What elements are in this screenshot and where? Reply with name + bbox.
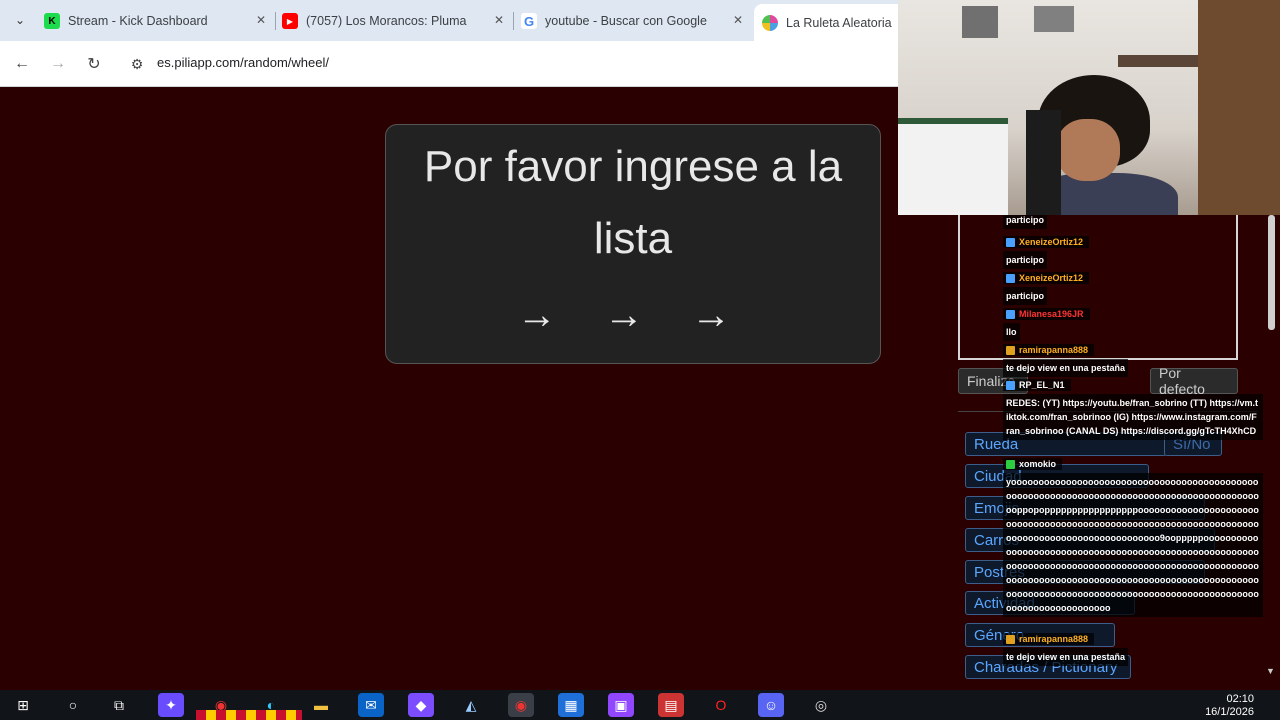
chat-message: Milanesa196JR llo <box>1003 308 1265 341</box>
chat-message-text: participo <box>1003 250 1048 269</box>
site-info-icon[interactable]: ⚙ <box>127 54 147 74</box>
flag-decoration <box>196 710 302 720</box>
obs-icon[interactable]: ◎ <box>808 693 834 717</box>
badge-icon <box>1006 237 1015 247</box>
outlook-icon[interactable]: ✉ <box>358 693 384 717</box>
forward-arrow-icon[interactable]: → <box>46 52 70 76</box>
chat-username: RP_EL_N1 <box>1003 379 1071 391</box>
tab-google-search[interactable]: G youtube - Buscar con Google ✕ <box>521 6 749 36</box>
chat-message-text: participo <box>1003 215 1048 229</box>
chat-message-text: llo <box>1003 322 1020 341</box>
badge-icon <box>1006 345 1015 355</box>
chat-username: Milanesa196JR <box>1003 308 1090 320</box>
chat-message: RP_EL_N1 REDES: (YT) https://youtu.be/fra… <box>1003 379 1265 440</box>
webcam-overlay <box>898 0 1280 215</box>
back-arrow-icon[interactable]: ← <box>10 52 34 76</box>
chat-message-text: REDES: (YT) https://youtu.be/fran_sobrin… <box>1003 393 1263 440</box>
badge-icon <box>1006 459 1015 469</box>
discord-icon[interactable]: ☺ <box>758 693 784 717</box>
address-bar[interactable]: es.piliapp.com/random/wheel/ <box>157 55 329 70</box>
task-view-icon[interactable]: ⧉ <box>106 693 132 717</box>
system-clock[interactable]: 02:10 16/1/2026 <box>1205 693 1254 719</box>
close-icon[interactable]: ✕ <box>256 13 266 27</box>
chat-message: participo <box>1003 215 1265 229</box>
winrar-icon[interactable]: ▤ <box>658 693 684 717</box>
chat-message: xomokio yoooooooooooooooooooooooooooooooo… <box>1003 458 1265 617</box>
file-explorer-icon[interactable]: ▬ <box>308 693 334 717</box>
search-icon[interactable]: ○ <box>60 693 86 717</box>
badge-icon <box>1006 273 1015 283</box>
close-icon[interactable]: ✕ <box>733 13 743 27</box>
tab-bar: ⌄ K Stream - Kick Dashboard ✕ ▶ (7057) L… <box>0 0 904 41</box>
microsoft-365-icon[interactable]: ◆ <box>408 693 434 717</box>
chat-message-text: te dejo view en una pestaña <box>1003 358 1129 377</box>
stream-chat-overlay: participo XeneizeOrtiz12 participo XeneizeO… <box>1003 215 1265 690</box>
page-scrollbar[interactable] <box>1268 215 1275 330</box>
chat-username: ramirapanna888 <box>1003 344 1095 356</box>
kick-icon: K <box>44 13 60 29</box>
google-icon: G <box>521 13 537 29</box>
chat-message-text: te dejo view en una pestaña <box>1003 647 1129 666</box>
prompt-card[interactable]: Por favor ingrese a la lista → → → <box>385 124 881 364</box>
twitch-icon[interactable]: ▣ <box>608 693 634 717</box>
chat-message: ramirapanna888 te dejo view en una pestañ… <box>1003 633 1265 666</box>
chat-username: xomokio <box>1003 458 1063 470</box>
close-icon[interactable]: ✕ <box>494 13 504 27</box>
tab-youtube-video[interactable]: ▶ (7057) Los Morancos: Pluma pl ✕ <box>282 6 510 36</box>
page-content: Por favor ingrese a la lista → → → <box>0 88 900 690</box>
tab-search-dropdown-icon[interactable]: ⌄ <box>8 8 32 32</box>
copilot-icon[interactable]: ✦ <box>158 693 184 717</box>
youtube-icon: ▶ <box>282 13 298 29</box>
username-text: xomokio <box>1019 459 1057 469</box>
tab-separator <box>275 12 276 30</box>
tab-title: Stream - Kick Dashboard <box>68 14 208 28</box>
username-text: ramirapanna888 <box>1019 634 1089 644</box>
windows-start-icon[interactable]: ⊞ <box>10 693 36 717</box>
username-text: XeneizeOrtiz12 <box>1019 273 1084 283</box>
badge-icon <box>1006 309 1015 319</box>
tab-title: La Ruleta Aleatoria <box>786 15 892 30</box>
username-text: ramirapanna888 <box>1019 345 1089 355</box>
tab-kick-dashboard[interactable]: K Stream - Kick Dashboard ✕ <box>44 6 272 36</box>
username-text: Milanesa196JR <box>1019 309 1084 319</box>
tab-title: youtube - Buscar con Google <box>545 14 707 28</box>
reload-icon[interactable]: ↻ <box>82 52 106 76</box>
chat-username: ramirapanna888 <box>1003 633 1095 645</box>
chat-message: ramirapanna888 te dejo view en una pestañ… <box>1003 344 1265 377</box>
scroll-down-icon[interactable]: ▼ <box>1266 666 1275 676</box>
chat-message-text: yooooooooooooooooooooooooooooooooooooooo… <box>1003 472 1263 617</box>
chat-message: XeneizeOrtiz12 participo <box>1003 236 1265 269</box>
tab-separator <box>513 12 514 30</box>
username-text: RP_EL_N1 <box>1019 380 1065 390</box>
chat-message-text: participo <box>1003 286 1048 305</box>
clock-date: 16/1/2026 <box>1205 706 1254 718</box>
badge-icon <box>1006 634 1015 644</box>
piliapp-icon <box>762 14 778 31</box>
opera-icon[interactable]: O <box>708 693 734 717</box>
arrow-right-icon: → → → <box>516 293 750 337</box>
chat-username: XeneizeOrtiz12 <box>1003 236 1090 248</box>
app-icon[interactable]: ◭ <box>458 693 484 717</box>
calculator-icon[interactable]: ▦ <box>558 693 584 717</box>
chat-message: XeneizeOrtiz12 participo <box>1003 272 1265 305</box>
prompt-line-2: lista <box>593 214 673 263</box>
prompt-text: Por favor ingrese a la lista <box>386 131 880 275</box>
username-text: XeneizeOrtiz12 <box>1019 237 1084 247</box>
badge-icon <box>1006 380 1015 390</box>
clock-time: 02:10 <box>1226 693 1254 705</box>
chat-username: XeneizeOrtiz12 <box>1003 272 1090 284</box>
taskbar: ⊞ ○ ⧉ ✦ ◉ ◐ ▬ ✉ ◆ ◭ ◉ ▦ ▣ ▤ O ☺ ◎ 02:10 … <box>0 690 1280 720</box>
tab-ruleta-aleatoria[interactable]: La Ruleta Aleatoria <box>754 4 904 41</box>
tab-title: (7057) Los Morancos: Pluma pl <box>306 14 470 28</box>
prompt-line-1: Por favor ingrese a la <box>423 142 843 191</box>
browser-toolbar: ← → ↻ ⚙ es.piliapp.com/random/wheel/ <box>0 41 900 87</box>
chrome-active-icon[interactable]: ◉ <box>508 693 534 717</box>
